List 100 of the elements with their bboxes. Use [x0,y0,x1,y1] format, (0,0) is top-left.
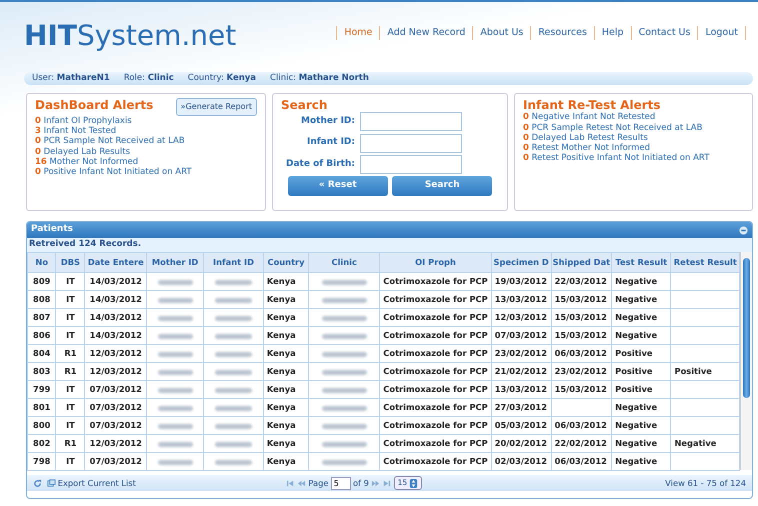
alert-link[interactable]: 0 PCR Sample Retest Not Received at LAB [523,122,744,133]
stepper-icon[interactable] [409,478,418,488]
table-cell: 21/02/2012 [491,362,552,380]
next-page-icon[interactable] [371,478,380,488]
table-cell: 15/03/2012 [551,326,612,344]
input-field[interactable] [360,134,462,153]
table-cell: 05/03/2012 [491,416,552,434]
table-cell: 22/02/2012 [551,434,612,452]
table-cell [670,344,740,362]
table-cell: Kenya [263,416,309,434]
table-cell [670,452,740,470]
grid-title: Patients [31,223,73,236]
export-icon[interactable] [46,478,56,488]
user-info-item: Clinic: Mathare North [270,72,369,85]
table-cell: Negative [612,308,671,326]
column-header[interactable]: Retest Result [670,252,740,272]
column-header[interactable]: Shipped Dat [551,252,612,272]
table-cell: Cotrimoxazole for PCP [380,326,492,344]
nav-link[interactable]: Logout [697,26,746,40]
nav-link[interactable]: Help [594,26,631,40]
table-cell: R1 [56,362,85,380]
alert-link[interactable]: 0 Retest Positive Infant Not Initiated on ART [523,153,744,164]
column-header[interactable]: OI Proph [380,252,492,272]
user-info-item: Country: Kenya [188,72,256,85]
table-cell: Cotrimoxazole for PCP [380,272,492,290]
table-cell: Negative [612,290,671,308]
export-button[interactable]: Export Current List [46,476,136,490]
scrollbar-thumb[interactable] [743,258,750,398]
column-header[interactable]: Clinic [308,252,380,272]
alert-link[interactable]: 0 Delayed Lab Results [35,146,257,157]
table-cell: IT [56,398,85,416]
table-cell: IT [56,380,85,398]
alert-link[interactable]: 0 Retest Mother Not Informed [523,142,744,154]
table-cell: 20/02/2012 [491,434,552,452]
alert-link[interactable]: 3 Infant Not Tested [35,126,257,136]
table-cell: 802 [28,434,56,452]
table-cell: 06/03/2012 [551,452,612,470]
input-field[interactable] [360,154,462,174]
reset-button[interactable]: « Reset [288,176,388,196]
table-cell: Cotrimoxazole for PCP [380,434,492,452]
table-cell: Cotrimoxazole for PCP [380,380,492,398]
column-header[interactable]: Specimen D [491,252,552,272]
refresh-icon[interactable] [33,478,42,488]
table-cell: IT [56,308,85,326]
table-cell: 15/03/2012 [551,380,612,398]
table-cell: 13/03/2012 [491,290,552,308]
alert-link[interactable]: 16 Mother Not Informed [35,156,257,167]
table-cell: Cotrimoxazole for PCP [380,398,492,416]
page-count: of 9 [352,476,369,490]
alert-link[interactable]: 0 PCR Sample Not Received at LAB [35,136,257,147]
user-info-item: User: MathareN1 [32,72,110,85]
page-label: Page [308,476,328,490]
table-cell: 22/03/2012 [551,272,612,290]
page-field[interactable]: 5 [330,476,351,490]
table-cell [670,380,740,398]
first-page-icon[interactable] [286,478,295,488]
column-header[interactable]: Mother ID [146,252,204,272]
input-field[interactable] [360,112,462,132]
scrollbar[interactable] [740,252,752,470]
user-info-item: Role: Clinic [124,72,174,85]
column-header[interactable]: No [28,252,56,272]
table-cell: 12/03/2012 [84,434,147,452]
nav-link[interactable]: Contact Us [630,26,698,40]
table-cell [670,308,740,326]
table-cell: 806 [28,326,56,344]
column-header[interactable]: Date Entere [84,252,147,272]
alert-link[interactable]: 0 Delayed Lab Retest Results [523,132,744,143]
alert-link[interactable]: 0 Infant OI Prophylaxis [35,116,257,126]
last-page-icon[interactable] [382,478,392,488]
table-cell [670,272,740,290]
column-header[interactable]: DBS [56,252,85,272]
search-button[interactable]: Search [392,176,492,196]
nav-link[interactable]: Resources [530,26,594,40]
table-cell: Kenya [263,272,309,290]
panel-title: Infant Re-Test Alerts [523,98,661,112]
table-cell: 14/03/2012 [84,308,147,326]
table-cell: 12/03/2012 [84,362,147,380]
table-cell: 809 [28,272,56,290]
table-cell: 06/03/2012 [551,344,612,362]
column-header[interactable]: Infant ID [204,252,264,272]
table-cell: 06/03/2012 [551,416,612,434]
alert-link[interactable]: 0 Positive Infant Not Initiated on ART [35,166,257,178]
column-header[interactable]: Test Result [612,252,671,272]
nav-link[interactable]: Home [336,26,380,40]
table-cell: 07/03/2012 [491,326,552,344]
table-cell [670,290,740,308]
nav-link[interactable]: About Us [472,26,530,40]
previous-page-icon[interactable] [297,478,306,488]
table-cell: 807 [28,308,56,326]
column-header[interactable]: Country [263,252,309,272]
logo: HITSystem.net [24,22,236,50]
table-cell: Negative [670,434,740,452]
alert-link[interactable]: 0 Negative Infant Not Retested [523,112,744,123]
table-cell: Kenya [263,308,309,326]
table-cell: 798 [28,452,56,470]
field-label: Date of Birth: [284,158,355,171]
nav-link[interactable]: Add New Record [379,26,472,40]
table-cell: Negative [612,398,671,416]
collapse-icon[interactable] [739,226,748,234]
generate-report-button[interactable]: »Generate Report [176,98,257,116]
